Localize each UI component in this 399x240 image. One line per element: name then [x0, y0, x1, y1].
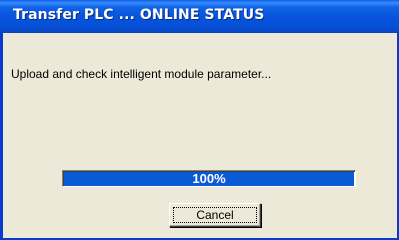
progress-bar: 100%	[62, 170, 356, 187]
window-title: Transfer PLC ... ONLINE STATUS	[13, 7, 265, 23]
dialog-window: Transfer PLC ... ONLINE STATUS Upload an…	[0, 0, 399, 240]
cancel-button-label: Cancel	[196, 208, 234, 222]
status-message: Upload and check intelligent module para…	[11, 67, 272, 81]
progress-percent-label: 100%	[192, 171, 226, 186]
cancel-button[interactable]: Cancel	[169, 203, 261, 227]
dialog-body: Upload and check intelligent module para…	[3, 33, 397, 238]
title-bar[interactable]: Transfer PLC ... ONLINE STATUS	[0, 0, 399, 33]
